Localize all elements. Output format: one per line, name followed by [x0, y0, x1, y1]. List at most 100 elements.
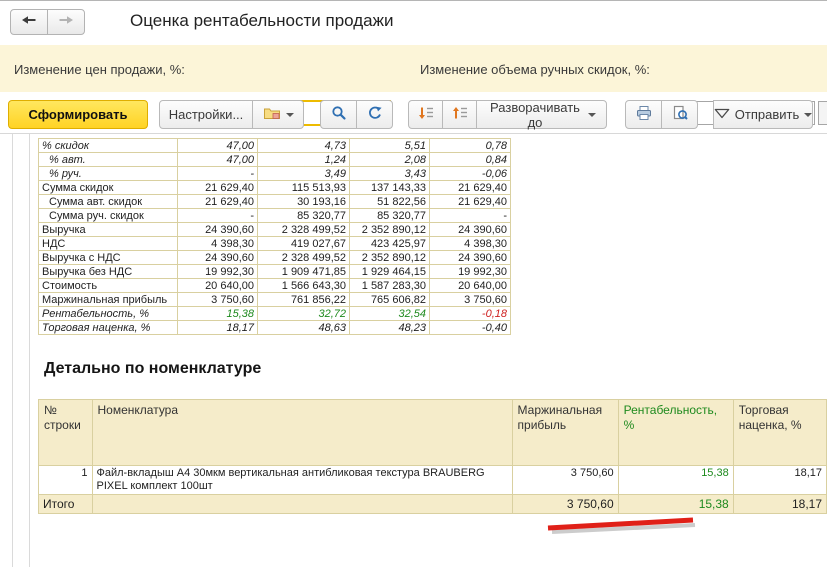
- print-preview-button[interactable]: [661, 100, 698, 129]
- summary-cell[interactable]: 4,73: [258, 139, 350, 153]
- send-button[interactable]: Отправить: [713, 100, 813, 129]
- expand-to-button[interactable]: Разворачивать до: [476, 100, 607, 129]
- summary-row-label[interactable]: % руч.: [39, 167, 178, 181]
- summary-cell[interactable]: 419 027,67: [258, 237, 350, 251]
- detail-cell[interactable]: 15,38: [618, 466, 733, 495]
- detail-total-cell[interactable]: Итого: [39, 495, 93, 514]
- summary-cell[interactable]: 21 629,40: [178, 181, 258, 195]
- summary-cell[interactable]: 4 398,30: [178, 237, 258, 251]
- summary-cell[interactable]: 761 856,22: [258, 293, 350, 307]
- summary-row-label[interactable]: % скидок: [39, 139, 178, 153]
- summary-cell[interactable]: 2 352 890,12: [350, 223, 430, 237]
- summary-cell[interactable]: 2,08: [350, 153, 430, 167]
- summary-cell[interactable]: 0,84: [430, 153, 511, 167]
- summary-row-label[interactable]: Рентабельность, %: [39, 307, 178, 321]
- summary-cell[interactable]: 32,54: [350, 307, 430, 321]
- detail-column-header[interactable]: Рентабельность, %: [618, 400, 733, 466]
- summary-cell[interactable]: -0,18: [430, 307, 511, 321]
- summary-cell[interactable]: 765 606,82: [350, 293, 430, 307]
- summary-row-label[interactable]: % авт.: [39, 153, 178, 167]
- summary-cell[interactable]: 32,72: [258, 307, 350, 321]
- summary-cell[interactable]: 3 750,60: [430, 293, 511, 307]
- refresh-button[interactable]: [356, 100, 393, 129]
- summary-cell[interactable]: 137 143,33: [350, 181, 430, 195]
- expand-rows-button[interactable]: [408, 100, 443, 129]
- summary-cell[interactable]: 2 352 890,12: [350, 251, 430, 265]
- summary-cell[interactable]: 24 390,60: [430, 223, 511, 237]
- summary-row-label[interactable]: Сумма авт. скидок: [39, 195, 178, 209]
- summary-cell[interactable]: 1 929 464,15: [350, 265, 430, 279]
- detail-total-cell[interactable]: [92, 495, 512, 514]
- summary-cell[interactable]: 24 390,60: [430, 251, 511, 265]
- summary-cell[interactable]: 47,00: [178, 139, 258, 153]
- summary-cell[interactable]: 19 992,30: [430, 265, 511, 279]
- summary-cell[interactable]: 20 640,00: [178, 279, 258, 293]
- summary-cell[interactable]: 2 328 499,52: [258, 223, 350, 237]
- print-button[interactable]: [625, 100, 662, 129]
- summary-cell[interactable]: 1 587 283,30: [350, 279, 430, 293]
- summary-cell[interactable]: 30 193,16: [258, 195, 350, 209]
- summary-cell[interactable]: 48,23: [350, 321, 430, 335]
- summary-cell[interactable]: 5,51: [350, 139, 430, 153]
- summary-cell[interactable]: 3,43: [350, 167, 430, 181]
- summary-cell[interactable]: 0,78: [430, 139, 511, 153]
- summary-cell[interactable]: 423 425,97: [350, 237, 430, 251]
- detail-cell[interactable]: 3 750,60: [512, 466, 618, 495]
- summary-cell[interactable]: 85 320,77: [258, 209, 350, 223]
- summary-cell[interactable]: -: [178, 209, 258, 223]
- summary-row-label[interactable]: Выручка: [39, 223, 178, 237]
- summary-cell[interactable]: 1,24: [258, 153, 350, 167]
- summary-cell[interactable]: 24 390,60: [178, 251, 258, 265]
- settings-button[interactable]: Настройки...: [159, 100, 253, 129]
- summary-cell[interactable]: 1 909 471,85: [258, 265, 350, 279]
- summary-row-label[interactable]: Сумма скидок: [39, 181, 178, 195]
- summary-cell[interactable]: 21 629,40: [178, 195, 258, 209]
- summary-cell[interactable]: -0,06: [430, 167, 511, 181]
- detail-cell[interactable]: 18,17: [733, 466, 826, 495]
- detail-data-row: 1Файл-вкладыш А4 30мкм вертикальная анти…: [39, 466, 827, 495]
- detail-column-header[interactable]: Торговая наценка, %: [733, 400, 826, 466]
- summary-cell[interactable]: 24 390,60: [178, 223, 258, 237]
- summary-cell[interactable]: 15,38: [178, 307, 258, 321]
- summary-cell[interactable]: 48,63: [258, 321, 350, 335]
- calculator-button-clipped[interactable]: [818, 101, 827, 125]
- generate-button[interactable]: Сформировать: [8, 100, 148, 129]
- report-variants-button[interactable]: [252, 100, 304, 129]
- summary-cell[interactable]: -: [430, 209, 511, 223]
- summary-row-label[interactable]: Торговая наценка, %: [39, 321, 178, 335]
- detail-cell[interactable]: 1: [39, 466, 93, 495]
- summary-row-label[interactable]: НДС: [39, 237, 178, 251]
- back-button[interactable]: [10, 9, 48, 35]
- summary-cell[interactable]: 4 398,30: [430, 237, 511, 251]
- summary-cell[interactable]: 3 750,60: [178, 293, 258, 307]
- detail-total-cell[interactable]: 18,17: [733, 495, 826, 514]
- summary-cell[interactable]: -: [178, 167, 258, 181]
- detail-cell[interactable]: Файл-вкладыш А4 30мкм вертикальная антиб…: [92, 466, 512, 495]
- summary-cell[interactable]: 115 513,93: [258, 181, 350, 195]
- summary-cell[interactable]: 47,00: [178, 153, 258, 167]
- summary-row-label[interactable]: Стоимость: [39, 279, 178, 293]
- forward-button[interactable]: [47, 9, 85, 35]
- summary-cell[interactable]: 51 822,56: [350, 195, 430, 209]
- summary-cell[interactable]: 19 992,30: [178, 265, 258, 279]
- summary-cell[interactable]: 2 328 499,52: [258, 251, 350, 265]
- detail-total-cell[interactable]: 3 750,60: [512, 495, 618, 514]
- summary-cell[interactable]: 21 629,40: [430, 181, 511, 195]
- detail-column-header[interactable]: Маржинальная прибыль: [512, 400, 618, 466]
- summary-row-label[interactable]: Выручка без НДС: [39, 265, 178, 279]
- detail-total-cell[interactable]: 15,38: [618, 495, 733, 514]
- summary-row-label[interactable]: Маржинальная прибыль: [39, 293, 178, 307]
- collapse-rows-button[interactable]: [442, 100, 477, 129]
- summary-row-label[interactable]: Сумма руч. скидок: [39, 209, 178, 223]
- summary-cell[interactable]: -0,40: [430, 321, 511, 335]
- summary-cell[interactable]: 85 320,77: [350, 209, 430, 223]
- summary-row-label[interactable]: Выручка с НДС: [39, 251, 178, 265]
- search-button[interactable]: [320, 100, 357, 129]
- summary-cell[interactable]: 18,17: [178, 321, 258, 335]
- summary-cell[interactable]: 3,49: [258, 167, 350, 181]
- summary-cell[interactable]: 1 566 643,30: [258, 279, 350, 293]
- detail-column-header[interactable]: Номенклатура: [92, 400, 512, 466]
- summary-cell[interactable]: 20 640,00: [430, 279, 511, 293]
- summary-cell[interactable]: 21 629,40: [430, 195, 511, 209]
- detail-column-header[interactable]: № строки: [39, 400, 93, 466]
